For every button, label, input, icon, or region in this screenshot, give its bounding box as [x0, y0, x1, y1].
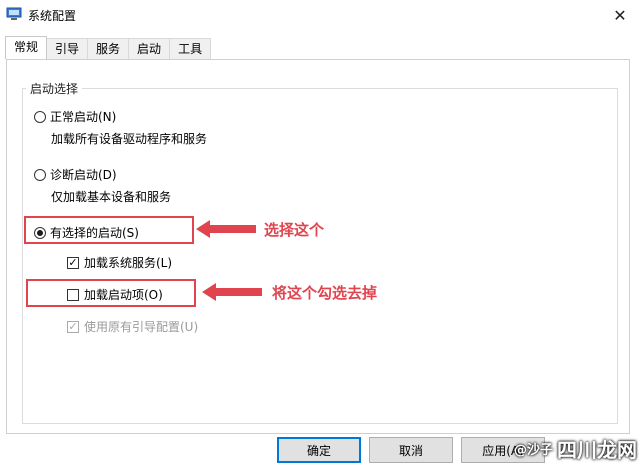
load-startup-items-checkbox[interactable]: 加载启动项(O) [67, 286, 163, 303]
arrow-left-icon [202, 283, 262, 301]
checkbox-empty-icon [67, 288, 79, 301]
tab-boot[interactable]: 引导 [46, 38, 89, 59]
use-original-boot-checkbox: ✓ 使用原有引导配置(U) [67, 318, 198, 335]
use-original-boot-label: 使用原有引导配置(U) [84, 320, 199, 334]
radio-selected-icon [34, 226, 46, 239]
annotation-select-this: 选择这个 [264, 221, 325, 239]
selective-startup-label: 有选择的启动(S) [50, 226, 139, 240]
normal-startup-desc: 加载所有设备驱动程序和服务 [51, 132, 208, 146]
tab-startup[interactable]: 启动 [128, 38, 171, 59]
load-system-services-checkbox[interactable]: ✓ 加载系统服务(L) [67, 254, 172, 271]
load-system-services-label: 加载系统服务(L) [84, 256, 173, 270]
normal-startup-radio[interactable]: 正常启动(N) [34, 108, 116, 125]
normal-startup-label: 正常启动(N) [50, 110, 117, 124]
diagnostic-startup-desc: 仅加载基本设备和服务 [51, 190, 172, 204]
tab-services[interactable]: 服务 [87, 38, 130, 59]
title-bar: 系统配置 ✕ [0, 0, 643, 30]
checkmark-icon: ✓ [67, 255, 79, 269]
close-icon: ✕ [613, 5, 627, 25]
watermark-text: 四川龙网 [557, 438, 637, 462]
watermark: @沙子 四川龙网 [514, 434, 637, 463]
diagnostic-startup-radio[interactable]: 诊断启动(D) [34, 166, 117, 183]
ok-button[interactable]: 确定 [277, 437, 361, 463]
diagnostic-startup-label: 诊断启动(D) [50, 168, 117, 182]
tab-tools[interactable]: 工具 [169, 38, 212, 59]
system-config-icon [6, 7, 22, 20]
window-title: 系统配置 [28, 9, 77, 23]
cancel-button[interactable]: 取消 [369, 437, 453, 463]
watermark-sub: @沙子 [513, 443, 553, 458]
group-label: 启动选择 [26, 80, 83, 97]
checkmark-icon: ✓ [67, 319, 79, 333]
annotation-uncheck-this: 将这个勾选去掉 [272, 284, 378, 302]
radio-unselected-icon [34, 168, 46, 181]
tab-general[interactable]: 常规 [5, 36, 48, 59]
load-startup-items-label: 加载启动项(O) [84, 288, 163, 302]
radio-unselected-icon [34, 110, 46, 123]
close-button[interactable]: ✕ [597, 0, 643, 30]
selective-startup-radio[interactable]: 有选择的启动(S) [34, 224, 139, 241]
tab-strip: 常规 引导 服务 启动 工具 [5, 36, 212, 60]
arrow-left-icon [196, 220, 256, 238]
